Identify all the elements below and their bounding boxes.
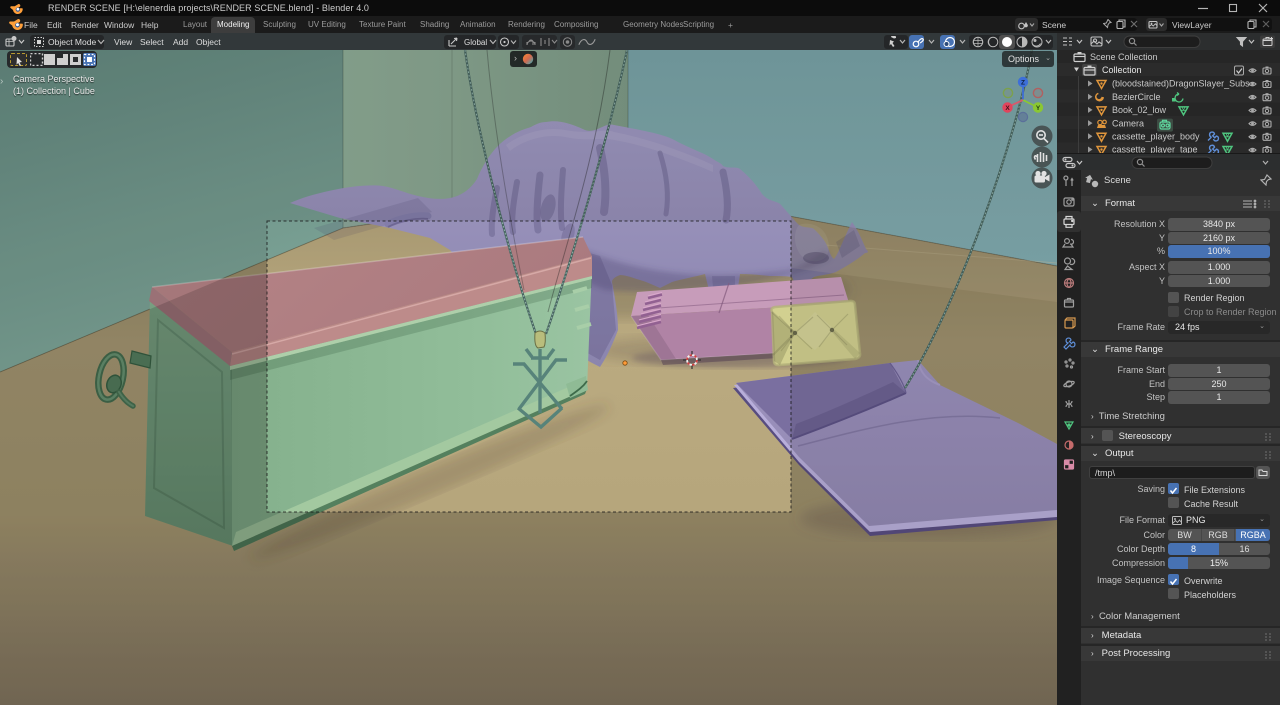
svg-text:BezierCircle: BezierCircle [1112,92,1161,102]
svg-text:Z: Z [1021,80,1025,87]
svg-text:Camera: Camera [1112,118,1144,128]
svg-text:X: X [1005,105,1010,112]
svg-text:Book_02_low: Book_02_low [1112,105,1167,115]
svg-text:cassette_player_body: cassette_player_body [1112,132,1200,142]
svg-text:Collection: Collection [1102,65,1142,75]
svg-text:(bloodstained)DragonSlayer_Sub: (bloodstained)DragonSlayer_Subs [1112,79,1250,89]
svg-text:Scene Collection: Scene Collection [1090,52,1158,62]
svg-text:cassette_player_tape: cassette_player_tape [1112,145,1198,153]
svg-text:Y: Y [1036,105,1041,112]
